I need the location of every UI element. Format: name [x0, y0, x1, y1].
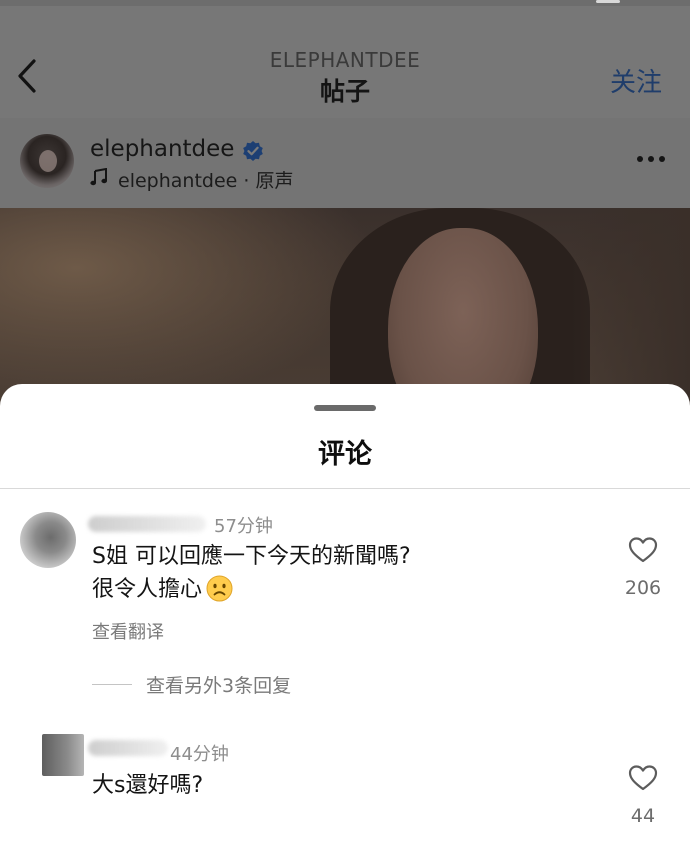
comment-avatar[interactable] — [42, 734, 84, 776]
video-shadow — [570, 208, 690, 408]
sheet-drag-handle[interactable] — [314, 405, 376, 411]
original-audio-label[interactable]: elephantdee · 原声 — [118, 166, 293, 193]
divider — [0, 488, 690, 489]
follow-button[interactable]: 关注 — [610, 62, 662, 99]
comment-text: S姐 可以回應一下今天的新聞嗎? 很令人擔心 — [92, 540, 612, 606]
view-more-replies-link[interactable]: 查看另外3条回复 — [146, 671, 291, 698]
video-subject-face — [388, 228, 538, 408]
author-bar: elephantdee elephantdee · 原声 — [0, 118, 690, 208]
heart-outline-icon[interactable] — [628, 536, 658, 564]
comment-avatar[interactable] — [20, 512, 76, 568]
comment-text-line: 很令人擔心 — [92, 573, 612, 606]
redacted-username — [88, 516, 206, 532]
frowning-face-icon — [206, 575, 233, 602]
comments-title: 评论 — [318, 439, 372, 470]
more-horizontal-icon[interactable] — [636, 154, 666, 164]
like-count: 44 — [630, 805, 656, 827]
screen: ELEPHANTDEE 帖子 关注 elephantdee elephantde… — [0, 0, 690, 846]
video-light — [0, 208, 380, 408]
like-count: 206 — [624, 577, 662, 599]
heart-outline-icon[interactable] — [628, 764, 658, 792]
author-avatar[interactable] — [20, 134, 74, 188]
comment-text-fragment: 很令人擔心 — [92, 577, 203, 602]
comment-text: 大s還好嗎? — [92, 773, 204, 798]
video-preview[interactable] — [0, 208, 690, 408]
comment-timestamp: 57分钟 — [214, 516, 273, 537]
verified-badge-icon — [243, 141, 263, 161]
see-translation-link[interactable]: 查看翻译 — [92, 618, 164, 644]
page-title: 帖子 — [319, 77, 370, 106]
avatar-face — [39, 150, 57, 172]
redacted-username — [88, 740, 168, 756]
replies-divider-line — [92, 684, 132, 685]
author-username[interactable]: elephantdee — [90, 136, 234, 162]
comments-sheet: 评论 57分钟 S姐 可以回應一下今天的新聞嗎? 很令人擔心 查看翻译 查看另外… — [0, 384, 690, 846]
comment-text-line: S姐 可以回應一下今天的新聞嗎? — [92, 544, 411, 569]
comment-timestamp: 44分钟 — [170, 744, 229, 765]
music-note-icon — [90, 168, 107, 186]
header-account-name: ELEPHANTDEE — [269, 48, 421, 72]
post-header: ELEPHANTDEE 帖子 关注 — [0, 0, 690, 118]
